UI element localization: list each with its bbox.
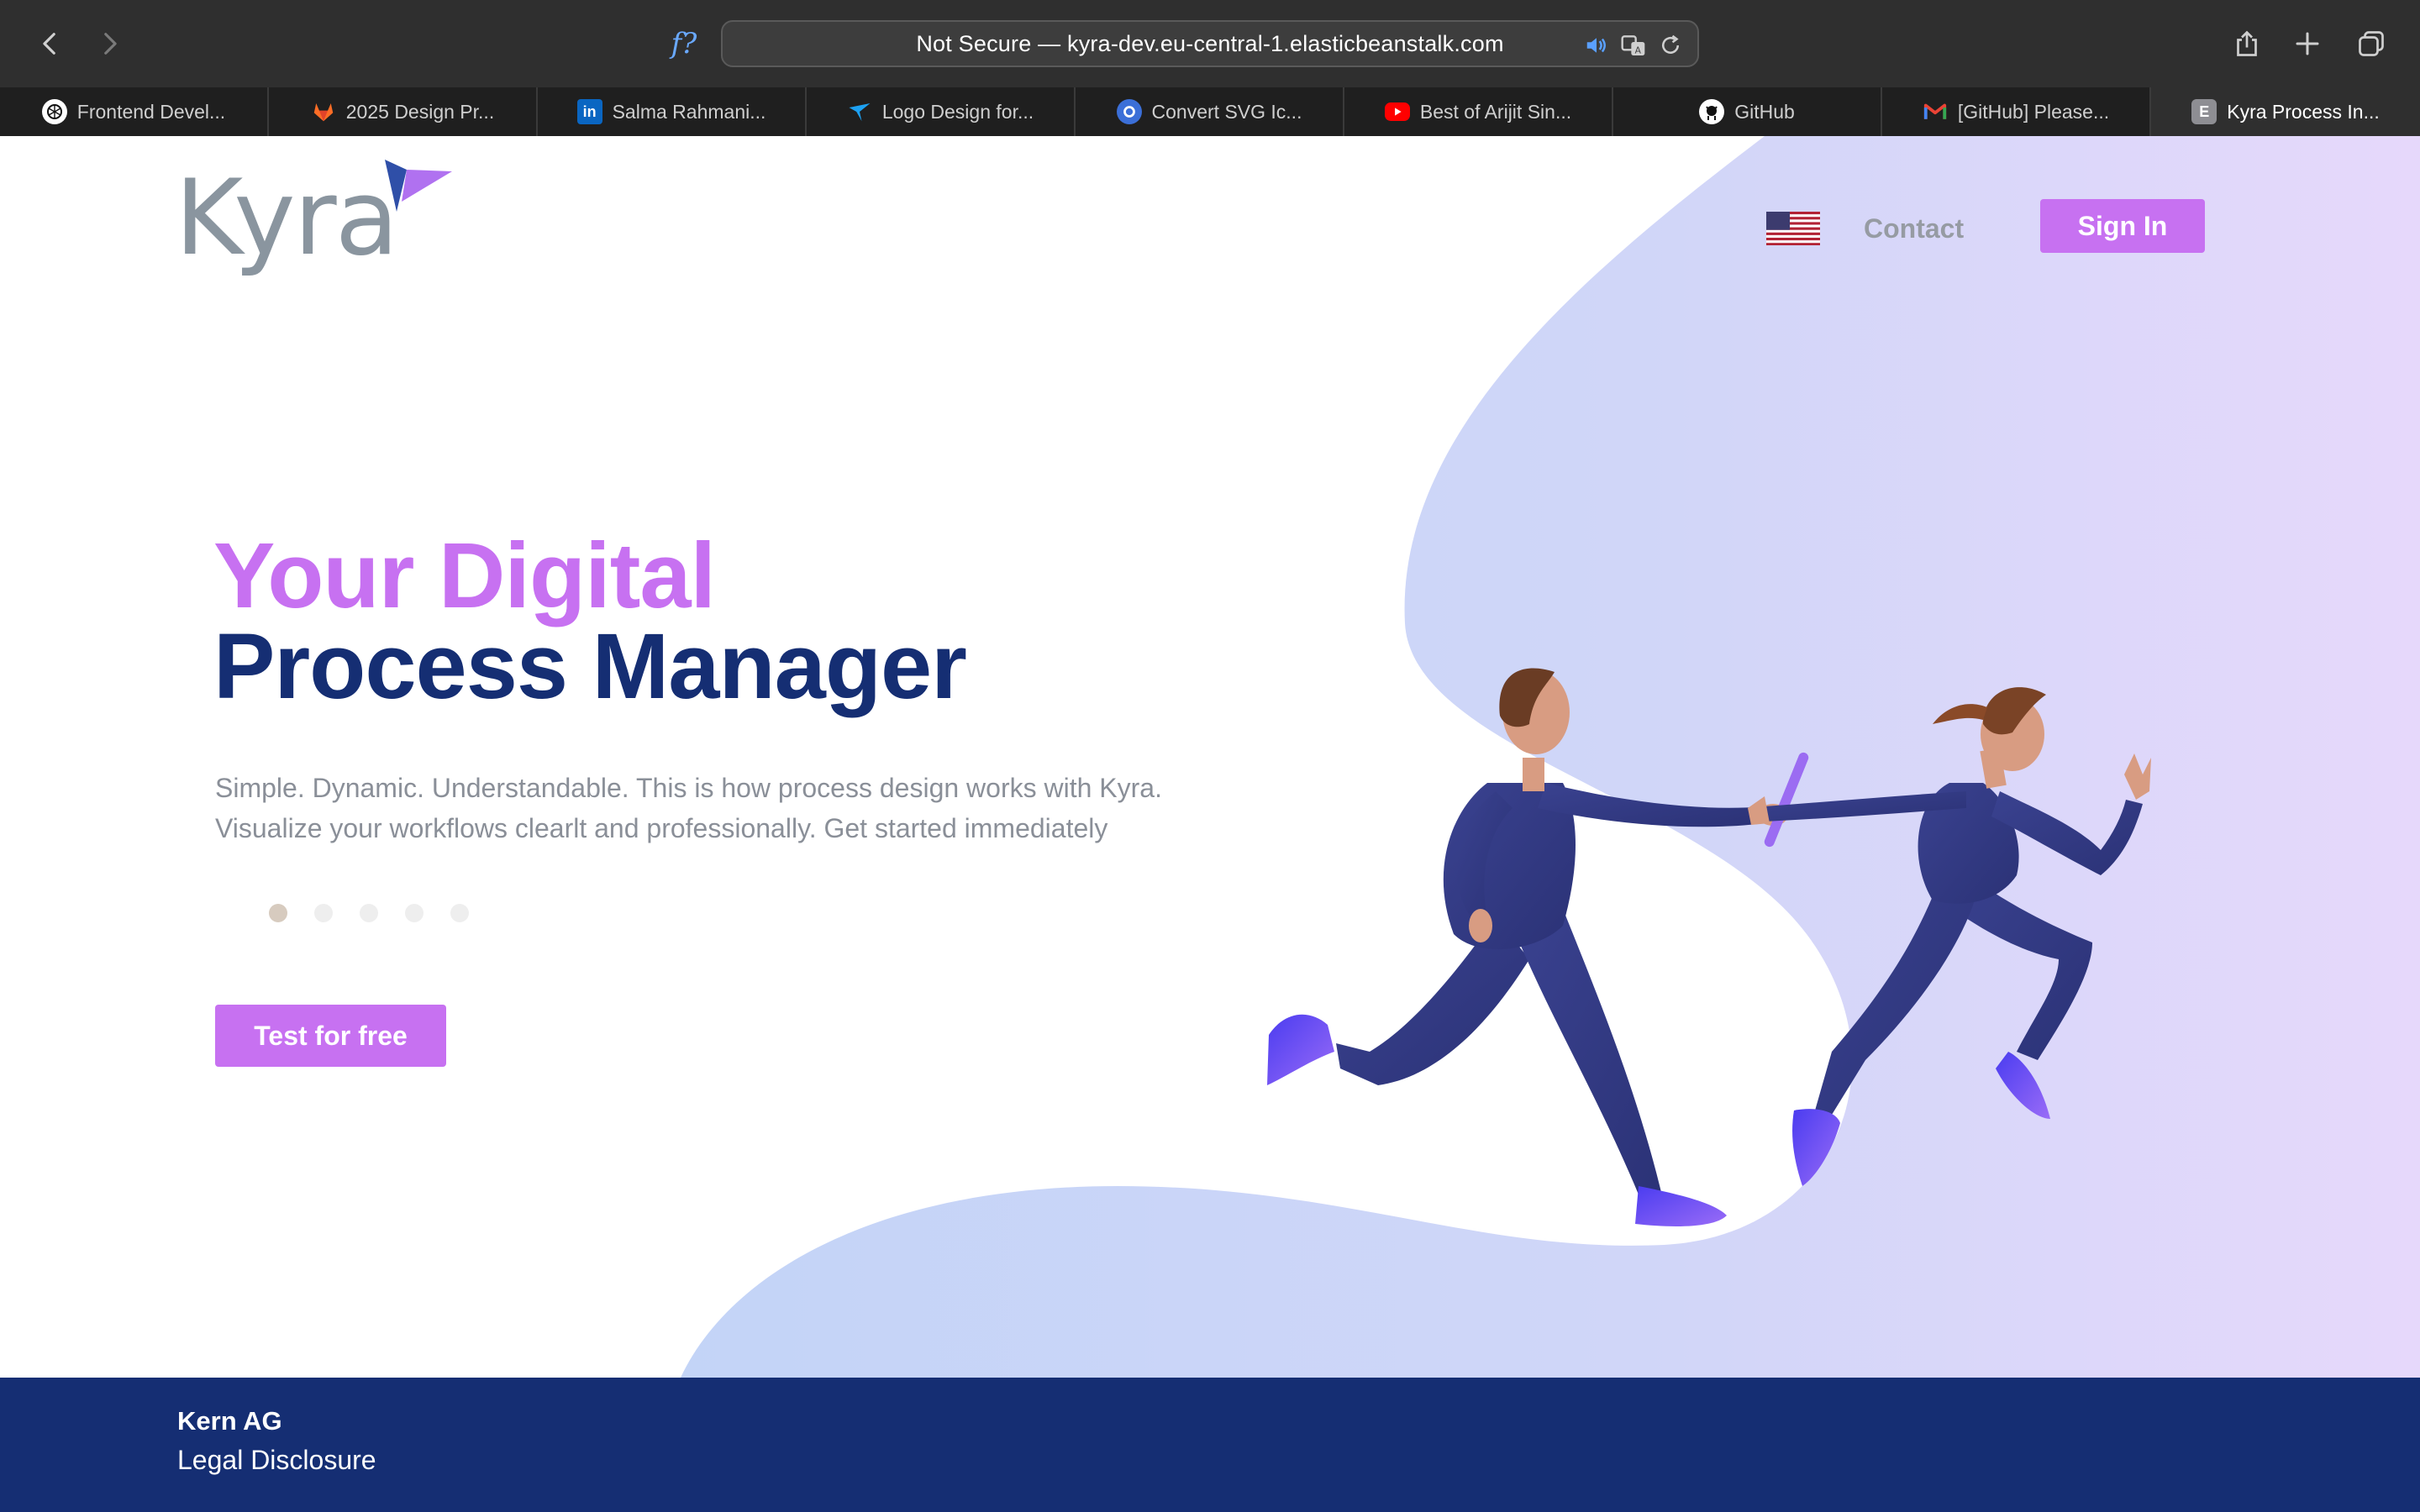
reader-icon[interactable]: f?	[664, 24, 704, 64]
svg-text:A: A	[1635, 45, 1642, 55]
contact-link[interactable]: Contact	[1864, 207, 1964, 250]
youtube-icon	[1384, 102, 1410, 121]
tab-label: 2025 Design Pr...	[345, 100, 495, 123]
carousel-dot[interactable]	[405, 904, 424, 922]
tab-bar: Frontend Devel... 2025 Design Pr... in S…	[0, 87, 2420, 136]
kyra-logo[interactable]: Kyra	[175, 160, 452, 286]
carousel-dot[interactable]	[450, 904, 469, 922]
logo-mark-icon	[385, 160, 452, 212]
browser-tab[interactable]: [GitHub] Please...	[1882, 87, 2151, 136]
tab-label: Convert SVG Ic...	[1151, 100, 1302, 123]
tab-label: Frontend Devel...	[76, 100, 226, 123]
tab-label: [GitHub] Please...	[1957, 100, 2110, 123]
linkedin-icon: in	[576, 99, 602, 124]
us-flag-icon[interactable]	[1766, 212, 1820, 245]
back-button[interactable]	[30, 24, 71, 64]
tab-label: Salma Rahmani...	[612, 100, 766, 123]
hero-subtitle-line1: Simple. Dynamic. Understandable. This is…	[215, 773, 1162, 803]
carousel-dot[interactable]	[360, 904, 378, 922]
relay-runners-illustration	[1267, 668, 2151, 1226]
github-icon	[1699, 99, 1725, 124]
female-runner	[1748, 687, 2151, 1186]
chevron-right-icon	[104, 33, 117, 55]
web-page: Kyra Contact Sign In Your Digital Proces…	[0, 136, 2420, 1378]
plus-icon	[2296, 32, 2319, 55]
logo-wordmark: Kyra	[175, 158, 399, 279]
convert-icon	[1116, 99, 1142, 124]
hero-subtitle-line2: Visualize your workflows clearlt and pro…	[215, 813, 1108, 843]
hero-title-line2: Process Manager	[213, 615, 967, 718]
browser-tab[interactable]: GitHub	[1613, 87, 1882, 136]
reload-icon[interactable]	[1657, 32, 1684, 59]
carousel-dot[interactable]	[314, 904, 333, 922]
forward-button[interactable]	[89, 24, 129, 64]
hero-title-line1: Your Digital	[213, 524, 716, 627]
carousel-dot-active[interactable]	[269, 904, 287, 922]
gmail-icon	[1923, 99, 1948, 124]
test-for-free-button[interactable]: Test for free	[215, 1005, 446, 1067]
address-bar[interactable]: Not Secure — kyra-dev.eu-central-1.elast…	[721, 20, 1699, 67]
male-runner	[1267, 668, 1809, 1226]
browser-tab[interactable]: in Salma Rahmani...	[538, 87, 807, 136]
tab-label: Best of Arijit Sin...	[1419, 100, 1572, 123]
share-button[interactable]	[2227, 24, 2267, 64]
browser-tab[interactable]: Logo Design for...	[807, 87, 1076, 136]
tab-label: Kyra Process In...	[2227, 100, 2380, 123]
tab-label: Logo Design for...	[881, 100, 1034, 123]
browser-tab[interactable]: 2025 Design Pr...	[269, 87, 538, 136]
url-text: Not Secure — kyra-dev.eu-central-1.elast…	[916, 30, 1504, 56]
browser-tab[interactable]: Best of Arijit Sin...	[1344, 87, 1613, 136]
hero-subtitle: Simple. Dynamic. Understandable. This is…	[215, 768, 1223, 848]
tab-overview-button[interactable]	[2351, 24, 2391, 64]
new-tab-button[interactable]	[2287, 24, 2328, 64]
footer-company-name: Kern AG	[177, 1406, 282, 1436]
browser-toolbar: f? Not Secure — kyra-dev.eu-central-1.el…	[0, 0, 2420, 87]
gitlab-icon	[311, 99, 336, 124]
share-icon	[2237, 30, 2257, 56]
letter-e-icon: E	[2191, 99, 2217, 124]
bird-icon	[847, 99, 872, 124]
openai-icon	[41, 99, 67, 124]
site-footer: Kern AG Legal Disclosure	[0, 1378, 2420, 1512]
hero-title: Your Digital Process Manager	[213, 524, 967, 718]
sign-in-button[interactable]: Sign In	[2040, 199, 2205, 253]
browser-tab[interactable]: Frontend Devel...	[0, 87, 269, 136]
tabs-overview-icon	[2359, 31, 2384, 56]
tab-label: GitHub	[1734, 100, 1795, 123]
chevron-left-icon	[43, 33, 55, 55]
legal-disclosure-link[interactable]: Legal Disclosure	[177, 1445, 376, 1476]
speaker-icon[interactable]	[1583, 32, 1610, 59]
translate-icon[interactable]: A	[1620, 32, 1647, 59]
browser-tab-active[interactable]: E Kyra Process In...	[2151, 87, 2420, 136]
carousel-dots	[269, 904, 469, 922]
browser-tab[interactable]: Convert SVG Ic...	[1076, 87, 1344, 136]
